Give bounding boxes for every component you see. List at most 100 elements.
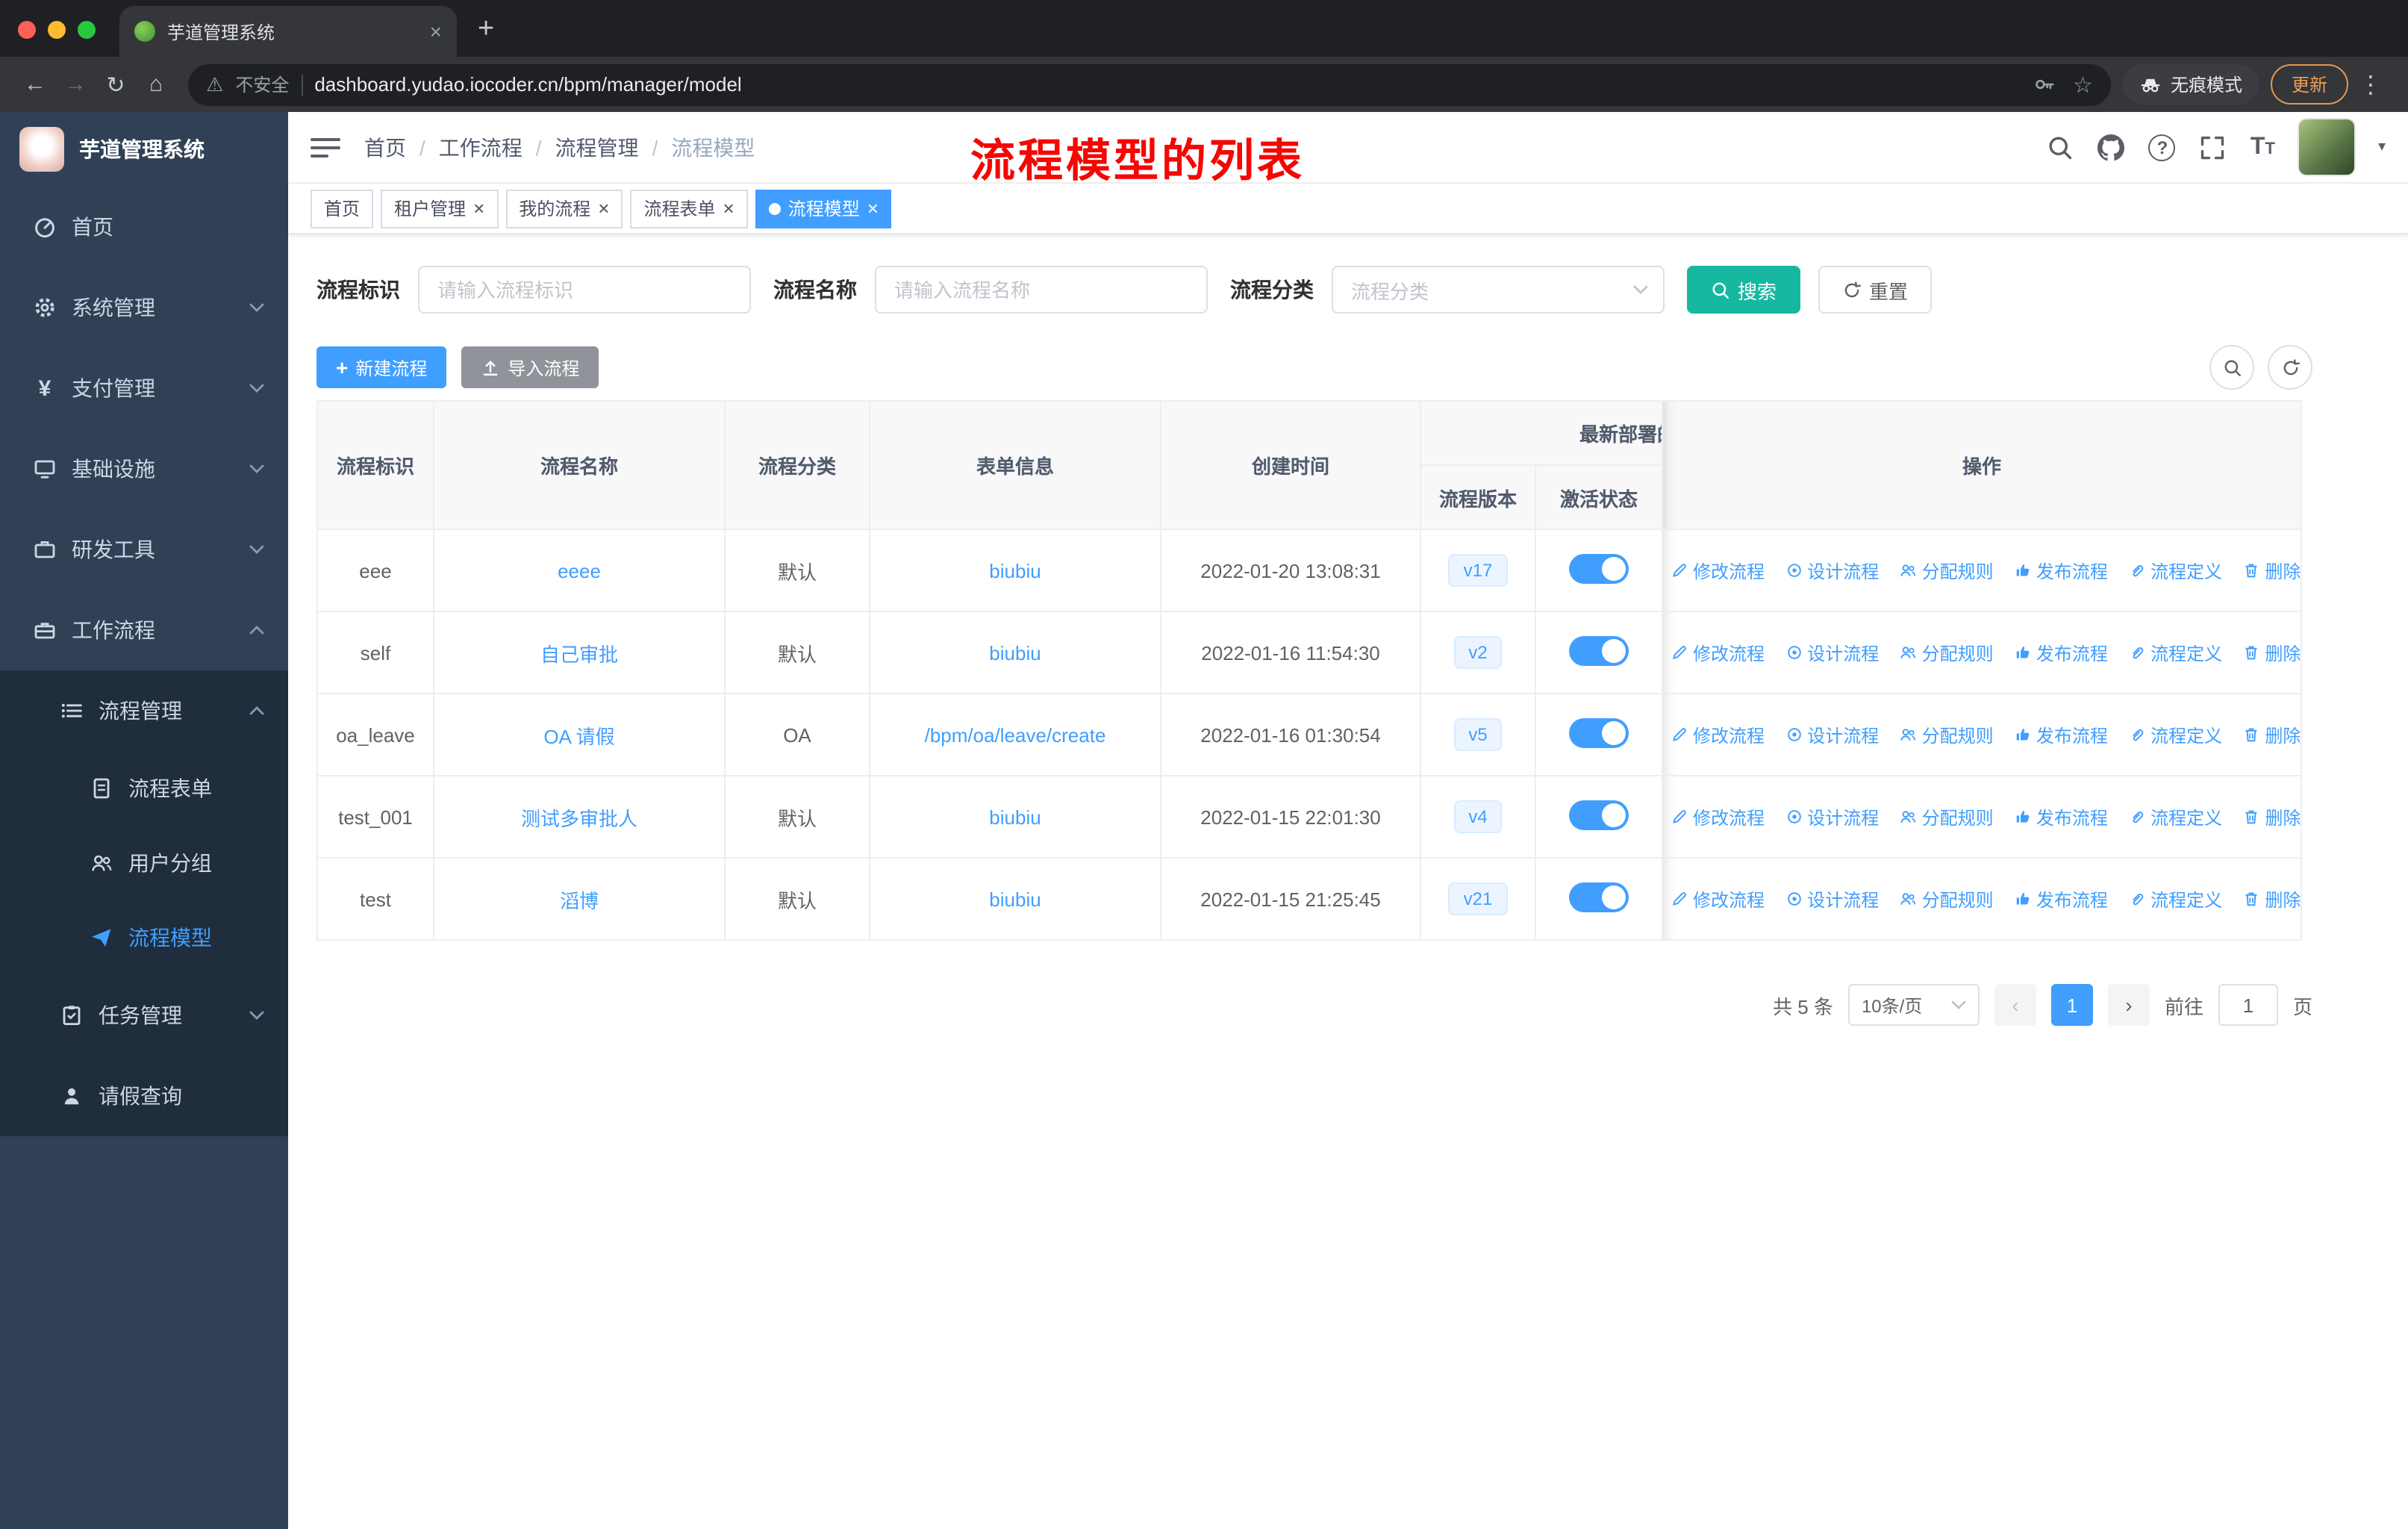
edit-process-link[interactable]: 修改流程 <box>1671 722 1765 747</box>
active-toggle[interactable] <box>1569 717 1629 747</box>
search-button[interactable]: 搜索 <box>1687 266 1801 314</box>
window-close-button[interactable] <box>18 21 36 39</box>
version-tag[interactable]: v2 <box>1453 635 1503 670</box>
import-process-button[interactable]: 导入流程 <box>461 346 599 388</box>
bookmark-star-icon[interactable]: ☆ <box>2073 71 2093 98</box>
process-name-link[interactable]: 滔博 <box>433 857 726 941</box>
active-toggle[interactable] <box>1569 635 1629 665</box>
reload-icon[interactable]: ↻ <box>96 71 136 98</box>
help-icon[interactable]: ? <box>2148 134 2176 161</box>
tag-home[interactable]: 首页 <box>311 189 374 228</box>
delete-link[interactable]: 删除 <box>2242 640 2300 665</box>
font-size-icon[interactable]: TT <box>2251 134 2275 161</box>
edit-process-link[interactable]: 修改流程 <box>1671 640 1765 665</box>
process-name-link[interactable]: OA 请假 <box>433 693 726 776</box>
goto-page-input[interactable] <box>2218 984 2278 1026</box>
process-definition-link[interactable]: 流程定义 <box>2128 640 2222 665</box>
publish-process-link[interactable]: 发布流程 <box>2014 886 2108 912</box>
category-select[interactable]: 流程分类 <box>1332 266 1665 314</box>
process-definition-link[interactable]: 流程定义 <box>2128 886 2222 912</box>
delete-link[interactable]: 删除 <box>2242 722 2300 747</box>
assign-rule-link[interactable]: 分配规则 <box>1900 722 1994 747</box>
sidebar-item-payment-mgmt[interactable]: ¥ 支付管理 <box>0 348 288 429</box>
version-tag[interactable]: v21 <box>1448 882 1508 916</box>
home-icon[interactable]: ⌂ <box>136 72 176 97</box>
refresh-table-button[interactable] <box>2268 345 2312 390</box>
tag-close-icon[interactable]: × <box>473 199 484 218</box>
design-process-link[interactable]: 设计流程 <box>1785 558 1879 583</box>
tag-my-process[interactable]: 我的流程 × <box>505 189 623 228</box>
password-key-icon[interactable] <box>2033 73 2055 96</box>
url-bar[interactable]: ⚠ 不安全 dashboard.yudao.iocoder.cn/bpm/man… <box>188 63 2111 105</box>
tag-tenant-mgmt[interactable]: 租户管理 × <box>381 189 499 228</box>
breadcrumb-item[interactable]: 首页 <box>364 132 406 162</box>
toggle-search-button[interactable] <box>2209 345 2254 390</box>
window-minimize-button[interactable] <box>48 21 66 39</box>
delete-link[interactable]: 删除 <box>2242 804 2300 829</box>
edit-process-link[interactable]: 修改流程 <box>1671 804 1765 829</box>
create-process-button[interactable]: + 新建流程 <box>316 346 447 388</box>
edit-process-link[interactable]: 修改流程 <box>1671 886 1765 912</box>
version-tag[interactable]: v4 <box>1453 800 1503 834</box>
sidebar-item-leave-query[interactable]: 请假查询 <box>0 1056 288 1136</box>
sidebar-item-task-mgmt[interactable]: 任务管理 <box>0 975 288 1056</box>
search-icon[interactable] <box>2047 134 2074 161</box>
form-info-link[interactable]: biubiu <box>869 529 1161 612</box>
reset-button[interactable]: 重置 <box>1818 266 1933 314</box>
sidebar-item-dev-tools[interactable]: 研发工具 <box>0 509 288 590</box>
tag-process-model[interactable]: 流程模型 × <box>755 189 892 228</box>
process-id-input[interactable] <box>418 266 751 314</box>
sidebar-item-infrastructure[interactable]: 基础设施 <box>0 429 288 509</box>
form-info-link[interactable]: /bpm/oa/leave/create <box>869 693 1161 776</box>
breadcrumb-item[interactable]: 流程管理 <box>555 132 639 162</box>
prev-page-button[interactable]: ‹ <box>1994 984 2036 1026</box>
sidebar-item-process-mgmt[interactable]: 流程管理 <box>0 670 288 751</box>
delete-link[interactable]: 删除 <box>2242 558 2300 583</box>
form-info-link[interactable]: biubiu <box>869 611 1161 694</box>
version-tag[interactable]: v17 <box>1448 553 1508 588</box>
sidebar-item-process-form[interactable]: 流程表单 <box>0 751 288 826</box>
form-info-link[interactable]: biubiu <box>869 857 1161 941</box>
new-tab-button[interactable]: + <box>457 13 515 57</box>
process-name-link[interactable]: eeee <box>433 529 726 612</box>
publish-process-link[interactable]: 发布流程 <box>2014 722 2108 747</box>
assign-rule-link[interactable]: 分配规则 <box>1900 804 1994 829</box>
tag-close-icon[interactable]: × <box>723 199 734 218</box>
active-toggle[interactable] <box>1569 882 1629 912</box>
publish-process-link[interactable]: 发布流程 <box>2014 558 2108 583</box>
update-button[interactable]: 更新 <box>2270 64 2348 105</box>
github-icon[interactable] <box>2098 134 2125 161</box>
sidebar-item-user-group[interactable]: 用户分组 <box>0 826 288 900</box>
sidebar-item-home[interactable]: 首页 <box>0 187 288 267</box>
tag-close-icon[interactable]: × <box>867 199 879 218</box>
sidebar-collapse-icon[interactable] <box>311 135 340 159</box>
edit-process-link[interactable]: 修改流程 <box>1671 558 1765 583</box>
user-avatar[interactable] <box>2298 119 2354 175</box>
fullscreen-icon[interactable] <box>2200 134 2227 161</box>
browser-tab[interactable]: 芋道管理系统 × <box>119 6 457 57</box>
sidebar-item-workflow[interactable]: 工作流程 <box>0 590 288 670</box>
process-name-link[interactable]: 自己审批 <box>433 611 726 694</box>
publish-process-link[interactable]: 发布流程 <box>2014 804 2108 829</box>
breadcrumb-item[interactable]: 工作流程 <box>439 132 523 162</box>
back-icon[interactable]: ← <box>15 72 55 97</box>
design-process-link[interactable]: 设计流程 <box>1785 722 1879 747</box>
tag-process-form[interactable]: 流程表单 × <box>630 189 748 228</box>
process-definition-link[interactable]: 流程定义 <box>2128 722 2222 747</box>
active-toggle[interactable] <box>1569 553 1629 583</box>
version-tag[interactable]: v5 <box>1453 717 1503 752</box>
sidebar-item-process-model[interactable]: 流程模型 <box>0 900 288 975</box>
page-size-select[interactable]: 10条/页 <box>1847 984 1980 1026</box>
design-process-link[interactable]: 设计流程 <box>1785 886 1879 912</box>
process-name-link[interactable]: 测试多审批人 <box>433 775 726 859</box>
process-definition-link[interactable]: 流程定义 <box>2128 558 2222 583</box>
design-process-link[interactable]: 设计流程 <box>1785 640 1879 665</box>
next-page-button[interactable]: › <box>2107 984 2150 1026</box>
avatar-caret-icon[interactable]: ▾ <box>2378 139 2386 155</box>
delete-link[interactable]: 删除 <box>2242 886 2300 912</box>
form-info-link[interactable]: biubiu <box>869 775 1161 859</box>
design-process-link[interactable]: 设计流程 <box>1785 804 1879 829</box>
assign-rule-link[interactable]: 分配规则 <box>1900 558 1994 583</box>
active-toggle[interactable] <box>1569 800 1629 829</box>
menu-kebab-icon[interactable]: ⋮ <box>2348 69 2393 99</box>
